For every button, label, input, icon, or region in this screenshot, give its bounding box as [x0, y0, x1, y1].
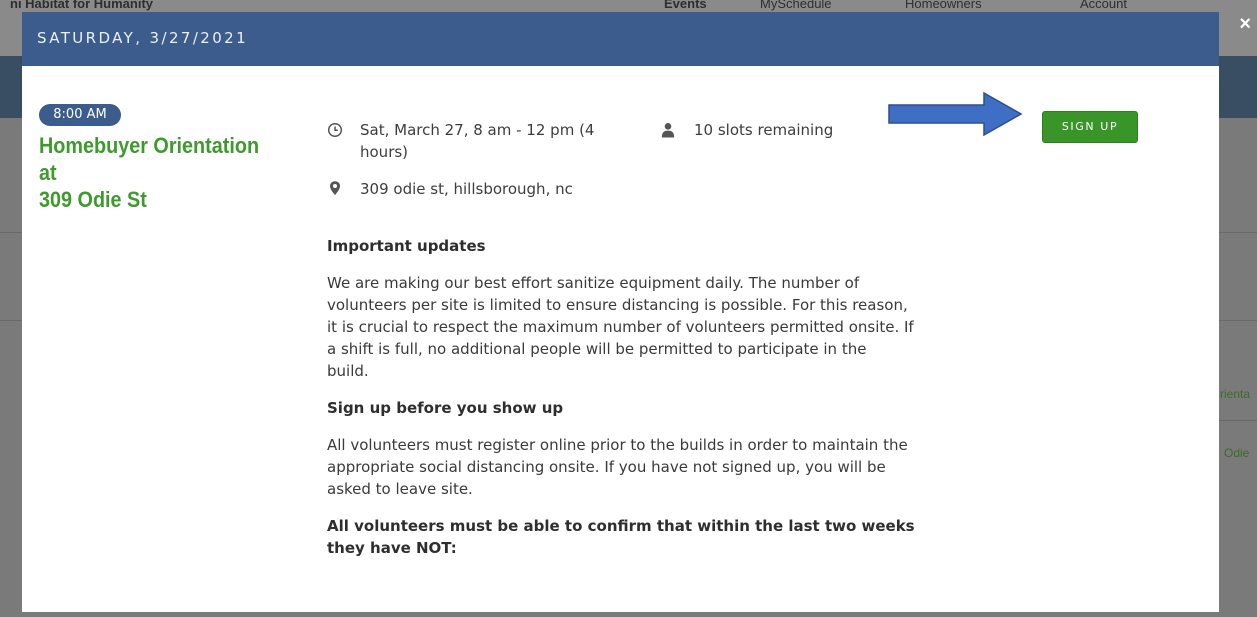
person-icon — [661, 123, 675, 138]
modal-date-title: SATURDAY, 3/27/2021 — [37, 29, 249, 47]
background-site-title: ni Habitat for Humanity — [10, 0, 154, 11]
event-title[interactable]: Homebuyer Orientation at 309 Odie St — [39, 132, 282, 213]
event-location: 309 odie st, hillsborough, nc — [360, 180, 573, 198]
important-updates-heading: Important updates — [327, 237, 486, 255]
text-line: asked to leave site. — [327, 480, 473, 498]
arrow-right-icon — [888, 91, 1023, 137]
requirements-heading: All volunteers must be able to confirm t… — [327, 515, 967, 559]
text-line: We are making our best effort sanitize e… — [327, 274, 860, 292]
text-line: volunteers per site is limited to ensure… — [327, 296, 908, 314]
background-divider — [1219, 420, 1257, 421]
event-datetime-line2: hours) — [360, 143, 409, 161]
text-line: build. — [327, 362, 369, 380]
sign-up-heading: Sign up before you show up — [327, 399, 564, 417]
background-nav-myschedule: MySchedule — [760, 0, 832, 11]
background-nav-account: Account — [1080, 0, 1127, 11]
event-modal: SATURDAY, 3/27/2021 8:00 AM Homebuyer Or… — [22, 12, 1219, 612]
event-datetime-line1: Sat, March 27, 8 am - 12 pm (4 — [360, 121, 595, 139]
map-pin-icon — [330, 181, 340, 195]
text-line: a shift is full, no additional people wi… — [327, 340, 867, 358]
background-link: Odie — [1224, 446, 1250, 460]
event-description: Important updates We are making our best… — [327, 235, 967, 559]
background-nav-events: Events — [664, 0, 707, 11]
event-datetime: Sat, March 27, 8 am - 12 pm (4 hours) — [360, 119, 594, 163]
text-line: appropriate social distancing onsite. If… — [327, 458, 886, 476]
sign-up-text: All volunteers must register online prio… — [327, 434, 967, 500]
event-title-line2: 309 Odie St — [39, 187, 147, 212]
slots-remaining: 10 slots remaining — [694, 121, 834, 139]
background-link: rienta — [1220, 387, 1251, 401]
modal-header: SATURDAY, 3/27/2021 — [22, 12, 1219, 66]
background-nav-homeowners: Homeowners — [905, 0, 982, 11]
text-line: it is crucial to respect the maximum num… — [327, 318, 914, 336]
time-badge: 8:00 AM — [39, 104, 121, 126]
requirements-heading-line1: All volunteers must be able to confirm t… — [327, 517, 915, 535]
event-title-line1: Homebuyer Orientation at — [39, 133, 260, 185]
text-line: All volunteers must register online prio… — [327, 436, 908, 454]
important-updates-text: We are making our best effort sanitize e… — [327, 272, 967, 382]
close-icon[interactable]: × — [1239, 14, 1251, 34]
sign-up-button[interactable]: SIGN UP — [1042, 111, 1138, 143]
clock-icon — [327, 122, 343, 138]
requirements-heading-line2: they have NOT: — [327, 539, 457, 557]
